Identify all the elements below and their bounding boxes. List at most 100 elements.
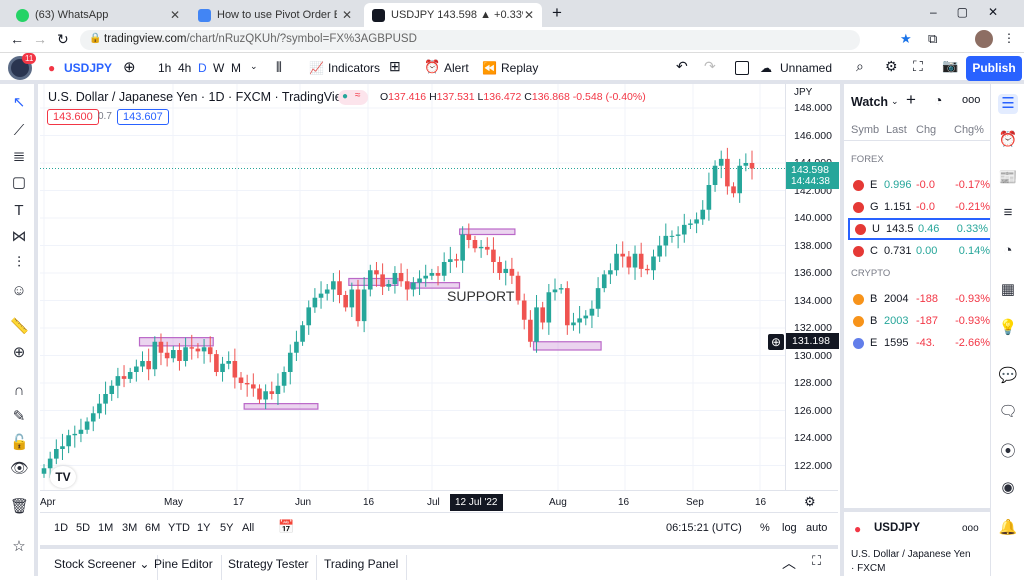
tab-whatsapp[interactable]: (63) WhatsApp ✕: [8, 3, 188, 27]
compare-add-icon[interactable]: ⊕: [123, 58, 136, 76]
maximize-panel-icon[interactable]: ⛶: [812, 553, 821, 569]
indicators-button[interactable]: Indicators: [328, 61, 380, 75]
close-tab-icon[interactable]: ✕: [170, 8, 180, 22]
menu-icon[interactable]: ⋮: [1003, 31, 1015, 45]
support-annotation[interactable]: SUPPORT: [447, 288, 514, 304]
templates-icon[interactable]: ⊞: [389, 58, 401, 75]
interval-1h[interactable]: 1h: [158, 61, 171, 75]
replay-button[interactable]: Replay: [501, 61, 538, 75]
interval-w[interactable]: W: [213, 61, 224, 75]
watchlist-row[interactable]: C 0.731 0.00 0.14%: [848, 240, 994, 262]
search-icon[interactable]: ⌕: [856, 58, 864, 75]
col-last[interactable]: Last: [886, 124, 907, 136]
forward-icon[interactable]: →: [33, 31, 47, 47]
window-controls[interactable]: –▢✕: [930, 5, 1018, 19]
watchlist-title[interactable]: Watch: [851, 95, 888, 109]
range-3m[interactable]: 3M: [122, 522, 137, 534]
reload-icon[interactable]: ↻: [57, 31, 69, 48]
section-header[interactable]: CRYPTO: [851, 268, 890, 279]
buy-button[interactable]: 143.607: [117, 109, 169, 125]
calendar-icon[interactable]: ▦: [998, 280, 1018, 300]
fib-icon[interactable]: ≣: [10, 148, 28, 166]
chat-icon[interactable]: 💬: [998, 366, 1018, 386]
range-5y[interactable]: 5Y: [220, 522, 233, 534]
watchlist-row[interactable]: E 1595 -43. -2.66%: [848, 332, 994, 354]
watchlist-icon[interactable]: ☰: [998, 94, 1018, 114]
undo-icon[interactable]: ↶: [676, 58, 688, 75]
tab-tradingview[interactable]: USDJPY 143.598 ▲ +0.33% Unnar✕: [364, 3, 542, 27]
ideas-list-icon[interactable]: ≡: [998, 204, 1018, 224]
layout-icon[interactable]: [735, 61, 749, 75]
range-all[interactable]: All: [242, 522, 254, 534]
lock-icon[interactable]: 🔓: [10, 434, 29, 452]
bookmark-star-icon[interactable]: ★: [900, 31, 912, 47]
news-icon[interactable]: 📰: [998, 168, 1018, 188]
range-5d[interactable]: 5D: [76, 522, 90, 534]
watchlist-row[interactable]: E 0.996 -0.0 -0.17%: [848, 174, 994, 196]
rectangle-icon[interactable]: ▢: [10, 174, 28, 192]
col-chg[interactable]: Chg: [916, 124, 936, 136]
alarm-clock-icon[interactable]: ⏰: [998, 130, 1018, 150]
back-icon[interactable]: ←: [10, 31, 24, 47]
publish-button[interactable]: Publish: [966, 56, 1022, 81]
pie-chart-icon[interactable]: ◔: [934, 92, 942, 108]
chart-pane[interactable]: U.S. Dollar / Japanese Yen · 1D · FXCM ·…: [40, 84, 785, 490]
lightbulb-icon[interactable]: 💡: [998, 318, 1018, 338]
collapse-panel-icon[interactable]: ︿: [782, 553, 796, 573]
redo-icon[interactable]: ↷: [704, 58, 716, 75]
interval-d[interactable]: D: [198, 61, 207, 75]
percent-toggle[interactable]: %: [760, 522, 770, 534]
profile-avatar[interactable]: [975, 30, 993, 48]
bell-icon[interactable]: 🔔: [998, 518, 1018, 538]
interval-4h[interactable]: 4h: [178, 61, 191, 75]
time-axis[interactable]: Apr May 17 Jun 16 Jul 12 Jul '22 Aug 16 …: [40, 490, 838, 512]
chat-bubble-icon[interactable]: 🗨: [998, 402, 1018, 422]
trash-icon[interactable]: 🗑: [10, 498, 29, 516]
tab-strategy-tester[interactable]: Strategy Tester: [220, 555, 318, 580]
more-icon[interactable]: ooo: [962, 523, 979, 534]
chevron-down-icon[interactable]: ⌄: [250, 61, 258, 72]
close-tab-icon[interactable]: ✕: [342, 8, 352, 22]
price-axis[interactable]: JPY 148.000146.000144.000142.000140.0001…: [785, 84, 839, 490]
trendline-icon[interactable]: ⟋: [10, 122, 28, 140]
eye-icon[interactable]: 👁: [10, 460, 29, 478]
watchlist-row[interactable]: B 2004 -188 -0.93%: [848, 288, 994, 310]
magnet-icon[interactable]: ∩: [10, 382, 28, 400]
streams-icon[interactable]: ⦿: [998, 440, 1018, 460]
range-1m[interactable]: 1M: [98, 522, 113, 534]
pencil-lock-icon[interactable]: ✎: [10, 408, 28, 426]
settings-gear-icon[interactable]: ⚙: [804, 494, 816, 510]
layout-name[interactable]: Unnamed: [780, 61, 832, 75]
zoom-in-icon[interactable]: ⊕: [10, 344, 28, 362]
candlestick-chart[interactable]: [40, 84, 785, 490]
extensions-icon[interactable]: ⧉: [928, 31, 937, 47]
range-6m[interactable]: 6M: [145, 522, 160, 534]
watchlist-row[interactable]: U 143.5 0.46 0.33%: [848, 218, 994, 240]
data-window-icon[interactable]: ◔: [998, 242, 1018, 262]
prediction-icon[interactable]: ⫶: [10, 254, 28, 272]
star-icon[interactable]: ☆: [10, 538, 28, 556]
tab-stock-screener[interactable]: Stock Screener ⌄: [46, 555, 159, 580]
section-header[interactable]: FOREX: [851, 154, 884, 165]
chevron-down-icon[interactable]: ⌄: [891, 96, 899, 107]
add-symbol-icon[interactable]: +: [906, 90, 916, 110]
range-1y[interactable]: 1Y: [197, 522, 210, 534]
gear-icon[interactable]: ⚙: [885, 58, 898, 75]
broadcast-icon[interactable]: ◉: [998, 478, 1018, 498]
utc-clock[interactable]: 06:15:21 (UTC): [666, 522, 742, 534]
range-ytd[interactable]: YTD: [168, 522, 190, 534]
symbol-search[interactable]: USDJPY: [64, 61, 112, 75]
new-tab-button[interactable]: +: [552, 3, 562, 23]
col-symbol[interactable]: Symb: [851, 124, 879, 136]
col-chg-pct[interactable]: Chg%: [954, 124, 984, 136]
ruler-icon[interactable]: 📏: [10, 318, 29, 336]
auto-toggle[interactable]: auto: [806, 522, 827, 534]
goto-date-icon[interactable]: 📅: [278, 519, 294, 535]
camera-icon[interactable]: 📷: [942, 58, 958, 74]
watchlist-row[interactable]: G 1.151 -0.0 -0.21%: [848, 196, 994, 218]
watchlist-row[interactable]: B 2003 -187 -0.93%: [848, 310, 994, 332]
detail-name[interactable]: U.S. Dollar / Japanese Yen: [851, 549, 971, 560]
emoji-icon[interactable]: ☺: [10, 282, 28, 300]
fullscreen-icon[interactable]: ⛶: [913, 58, 923, 75]
text-icon[interactable]: T: [10, 202, 28, 220]
